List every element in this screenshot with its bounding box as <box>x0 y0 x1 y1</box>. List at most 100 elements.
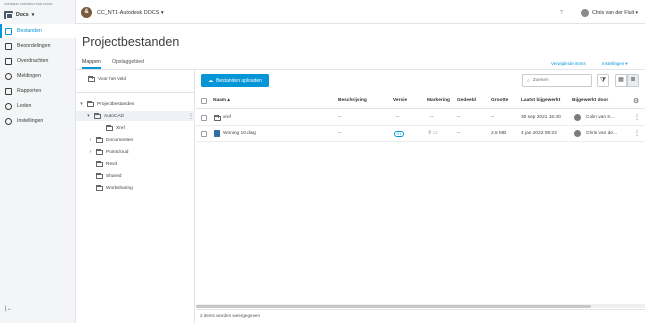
row-updated: 4 jan 2022 09:23 <box>521 131 557 136</box>
upload-files-button[interactable]: ☁ Bestanden uploaden <box>201 74 269 87</box>
tree-divider <box>76 92 195 93</box>
sidebar-item-meldingen[interactable]: Meldingen <box>0 69 76 83</box>
row-shared: -- <box>457 115 461 120</box>
folder-icon <box>94 112 101 119</box>
column-header-grootte[interactable]: Grootte <box>491 98 508 103</box>
brand-label: AUTODESK CONSTRUCTION CLOUD <box>4 3 53 6</box>
upload-files-label: Bestanden uploaden <box>216 77 262 84</box>
settings-icon <box>5 117 12 125</box>
folder-icon <box>96 184 103 191</box>
filter-icon[interactable]: ⧩ <box>597 74 609 87</box>
report-icon <box>5 87 12 95</box>
issue-icon <box>5 72 12 80</box>
sidebar-item-label: Beoordelingen <box>17 43 51 49</box>
folder-icon <box>96 172 103 179</box>
column-header-versie[interactable]: Versie <box>393 98 407 103</box>
tab-mappen[interactable]: Mappen <box>82 59 101 69</box>
column-header-laatst-bijgewerkt[interactable]: Laatst bijgewerkt <box>521 98 560 103</box>
chevron-right-icon[interactable]: › <box>88 137 93 143</box>
chevron-down-icon[interactable]: ▾ <box>79 101 84 107</box>
column-header-beschrijving[interactable]: Beschrijving <box>338 98 367 103</box>
row-name[interactable]: xref <box>223 115 231 120</box>
folder-icon <box>96 160 103 167</box>
tree-item-documenten[interactable]: › Documenten <box>88 135 133 145</box>
page-title: Projectbestanden <box>82 35 180 49</box>
row-markup: -- <box>430 115 434 120</box>
row-checkbox[interactable] <box>201 115 207 121</box>
row-updated: 30 sep 2021 15:40 <box>521 115 561 120</box>
tree-item-shared[interactable]: Shared <box>96 171 121 181</box>
row-size: -- <box>491 115 495 120</box>
row-size: 2,5 MB <box>491 131 507 136</box>
tree-item-worksharing[interactable]: Worksharing <box>96 183 133 193</box>
sidebar-item-instellingen[interactable]: Instellingen <box>0 114 76 128</box>
tree-item-xref[interactable]: Xref <box>106 123 125 133</box>
review-icon <box>5 42 12 50</box>
tree-item-revit[interactable]: Revit <box>96 159 117 169</box>
folder-icon <box>96 148 103 155</box>
tree-item-pointcloud[interactable]: › Pointcloud <box>88 147 128 157</box>
column-header-naam[interactable]: Naam ▴ <box>213 98 230 103</box>
row-description: -- <box>338 115 342 120</box>
user-name: Chris van der Fluit <box>592 10 635 16</box>
gear-icon[interactable]: ⚙ <box>633 97 639 105</box>
avatar[interactable] <box>581 9 589 17</box>
row-checkbox[interactable] <box>201 131 207 137</box>
chevron-down-icon: ▾ <box>160 10 164 16</box>
folder-icon <box>106 124 113 131</box>
folder-icon <box>96 136 103 143</box>
app-switcher[interactable]: Docs ▾ <box>4 10 34 20</box>
help-icon[interactable]: ? <box>560 10 563 16</box>
tab-opslaggebied[interactable]: Opslaggebied <box>112 59 144 69</box>
sidebar-item-bestanden[interactable]: Bestanden <box>0 24 76 38</box>
user-menu[interactable]: Chris van der Fluit ▾ <box>592 10 638 16</box>
chevron-right-icon[interactable]: › <box>88 149 93 155</box>
tree-item-projectbestanden[interactable]: ▾ Projectbestanden <box>79 99 134 109</box>
cloud-upload-icon: ☁ <box>208 77 214 84</box>
sidebar-item-overdrachten[interactable]: Overdrachten <box>0 54 76 68</box>
project-selector[interactable]: CC_NT1-Autodesk DOCS ▾ <box>97 10 164 16</box>
project-logo: & <box>81 7 92 18</box>
file-icon <box>5 27 12 35</box>
tree-item-label: Pointcloud <box>106 149 129 155</box>
tree-item-label: Xref <box>116 125 125 131</box>
collapse-sidebar-icon[interactable]: |← <box>5 306 13 312</box>
table-header-divider <box>196 108 645 109</box>
markup-icon[interactable]: ⚲ ▭ <box>428 131 437 136</box>
column-header-gedeeld[interactable]: Gedeeld <box>457 98 476 103</box>
tree-item-autocad[interactable]: ▾ AutoCAD <box>76 111 195 121</box>
sidebar-item-label: Instellingen <box>17 118 44 124</box>
dwg-file-icon <box>214 130 220 137</box>
version-badge[interactable]: V1 <box>394 131 404 137</box>
chevron-down-icon: ▾ <box>635 10 639 16</box>
settings-link[interactable]: Instellingen ▾ <box>602 61 628 67</box>
search-input[interactable] <box>532 78 583 83</box>
row-updated-by: Chris van de... <box>586 131 617 136</box>
field-upload-button[interactable]: Voor het veld <box>88 76 126 82</box>
row-more-icon[interactable]: ⋮ <box>634 130 640 137</box>
row-more-icon[interactable]: ⋮ <box>634 114 640 121</box>
deleted-items-link[interactable]: Verwijderde items <box>551 61 586 66</box>
column-header-markering[interactable]: Markering <box>427 98 450 103</box>
sidebar-item-beoordelingen[interactable]: Beoordelingen <box>0 39 76 53</box>
row-divider <box>196 125 645 126</box>
row-name[interactable]: Woning 10.dwg <box>223 131 256 136</box>
status-divider <box>196 309 645 310</box>
docs-app-icon <box>4 11 13 19</box>
grid-view-icon[interactable]: ▦ <box>615 74 627 87</box>
horizontal-scrollbar[interactable] <box>196 304 645 308</box>
search-field[interactable]: ⌕ <box>522 74 592 87</box>
scrollbar-thumb[interactable] <box>196 304 591 308</box>
sidebar-item-leden[interactable]: Leden <box>0 99 76 113</box>
tree-item-label: Shared <box>106 173 122 179</box>
upload-icon <box>88 76 95 82</box>
list-view-icon[interactable]: ≣ <box>627 74 639 87</box>
tree-more-icon[interactable]: ⋮ <box>188 113 194 120</box>
sidebar-item-label: Leden <box>17 103 32 109</box>
sidebar-item-rapporten[interactable]: Rapporten <box>0 84 76 98</box>
app-name: Docs <box>16 12 29 18</box>
transmittal-icon <box>5 57 12 65</box>
column-header-bijgewerkt-door[interactable]: Bijgewerkt door <box>572 98 608 103</box>
chevron-down-icon[interactable]: ▾ <box>86 113 91 119</box>
select-all-checkbox[interactable] <box>201 98 207 104</box>
